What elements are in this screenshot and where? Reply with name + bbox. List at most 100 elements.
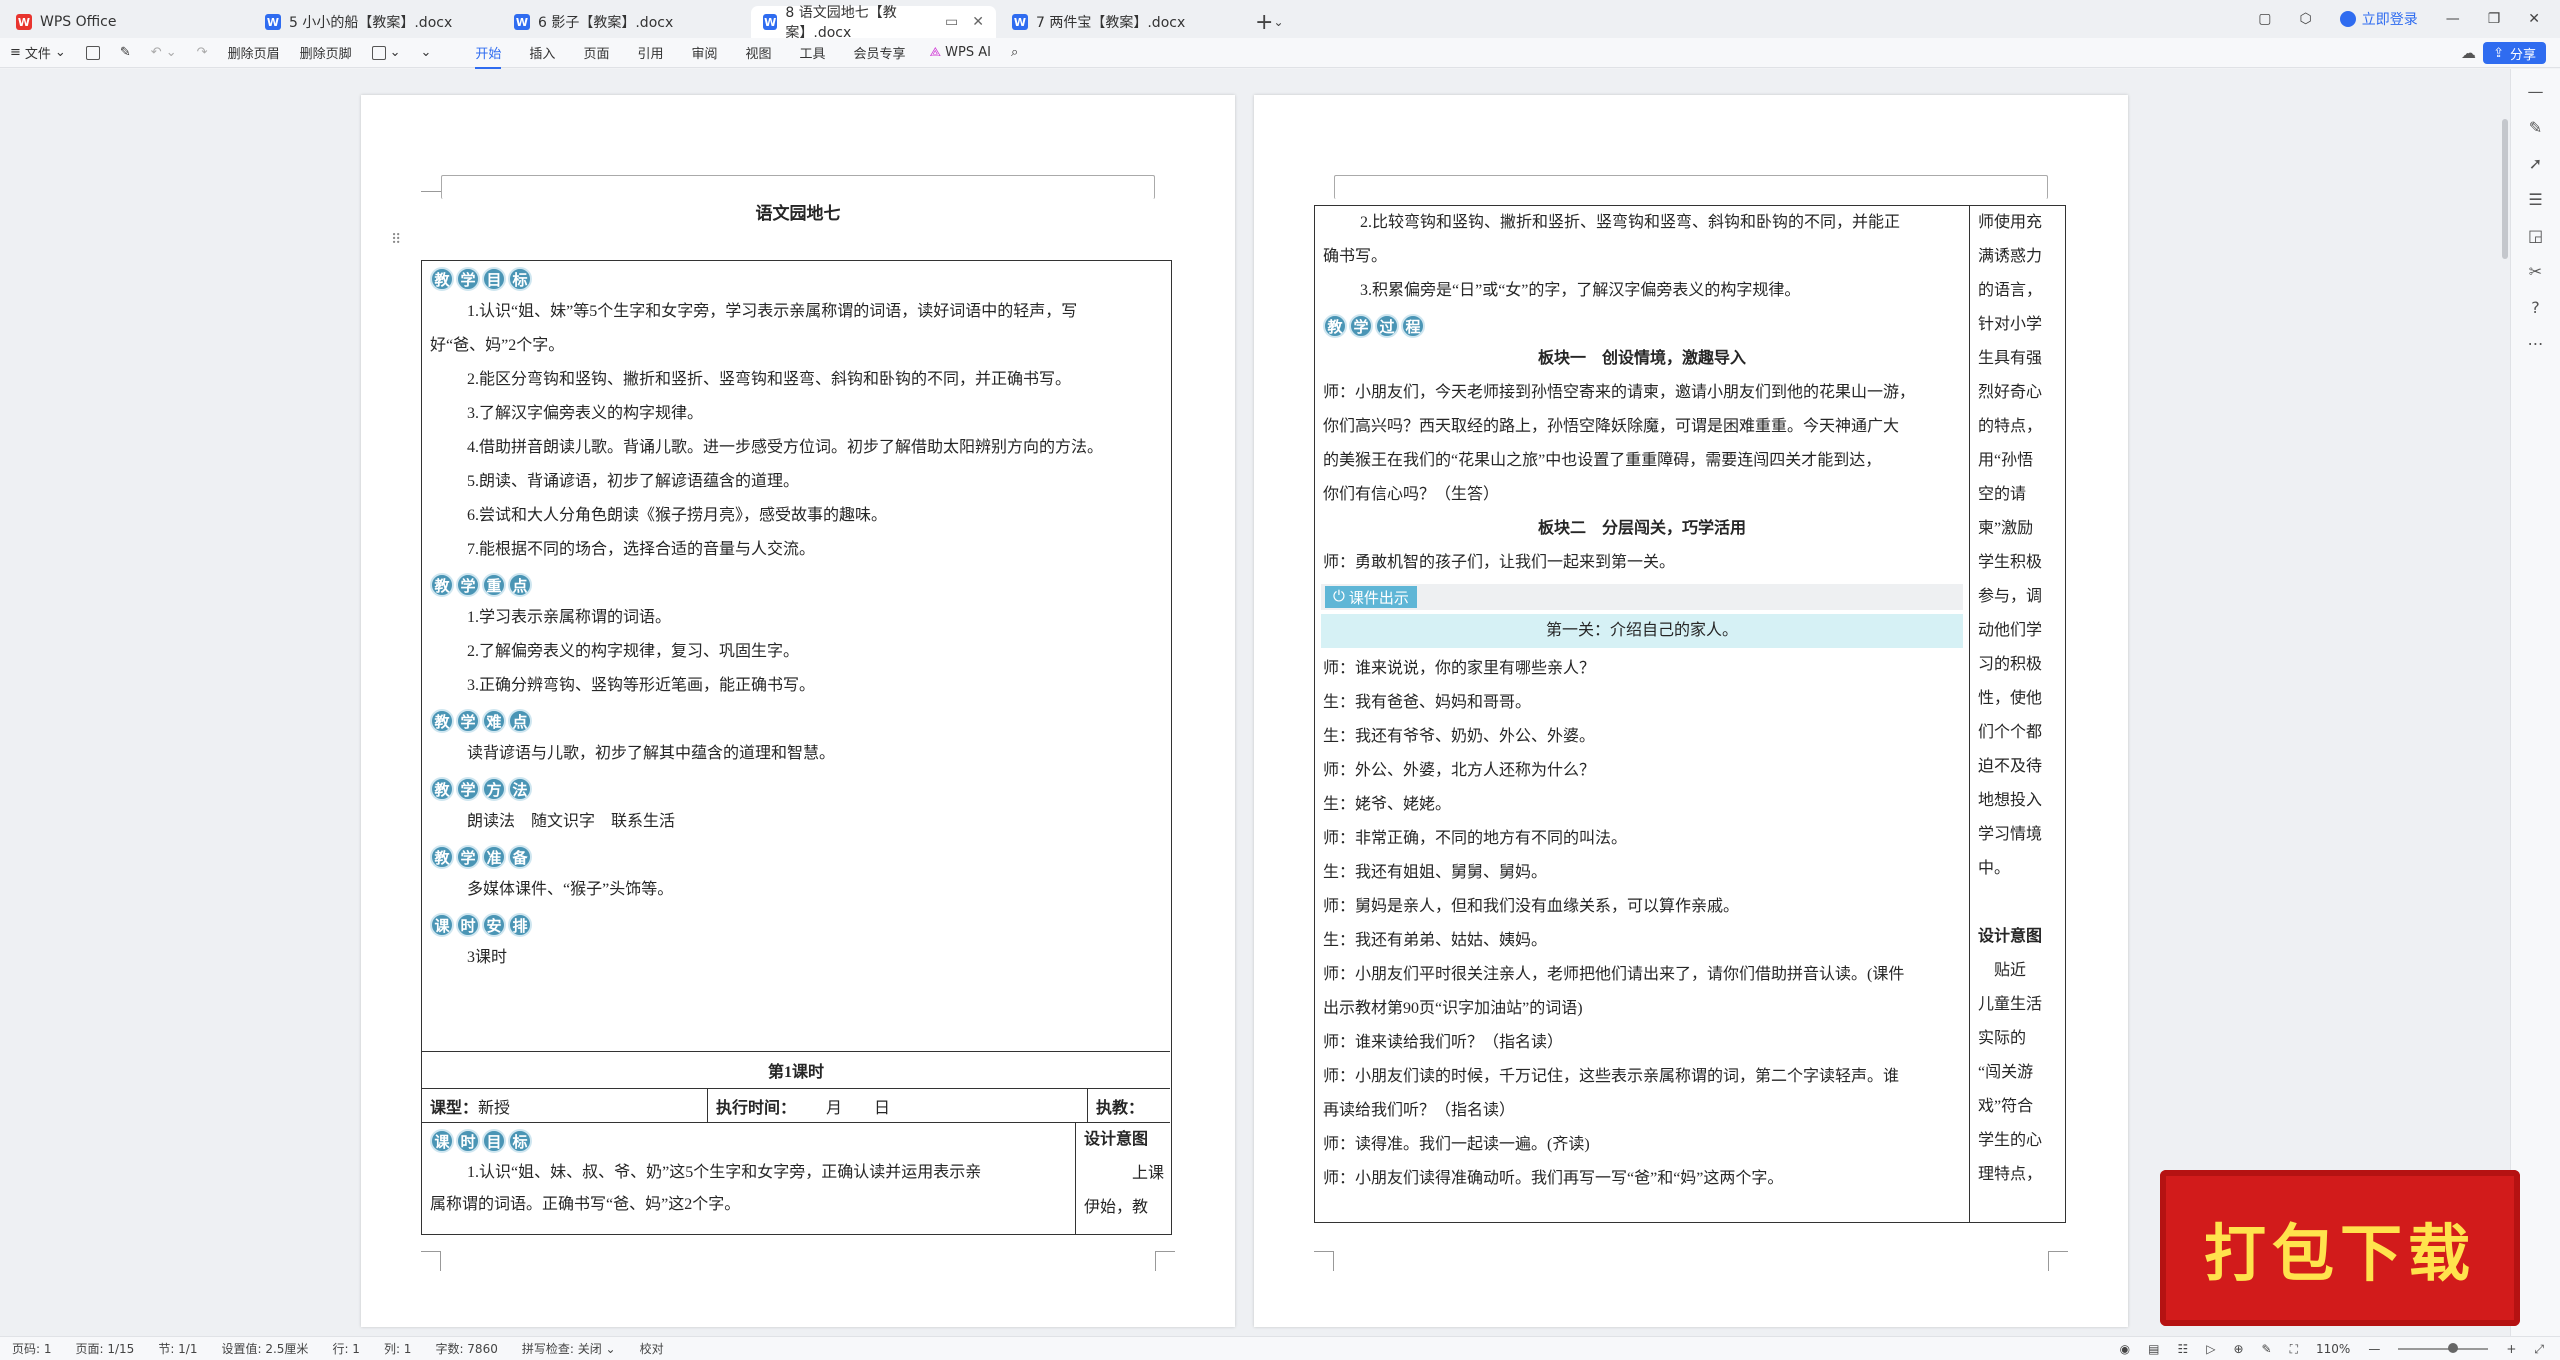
text-line: 2.能区分弯钩和竖钩、撇折和竖折、竖弯钩和竖弯、斜钩和卧钩的不同，并正确书写。 [467,371,1072,388]
goal-line: 属称谓的词语。正确书写“爸、妈”这2个字。 [430,1196,741,1213]
design-intent-title: 设计意图 [1978,928,2043,945]
lesson-goal-cell: 课时目标 1.认识“姐、妹、叔、爷、奶”这5个生字和女字旁，正确认读并运用表示亲… [422,1123,1076,1234]
menu-home[interactable]: 开始 [461,43,515,69]
pen-icon[interactable]: ✎ [2525,117,2547,139]
side-line: 参与，调 [1978,588,2043,605]
more-dropdown[interactable]: ⌄ [411,45,442,60]
page-number: 页码: 1 [12,1342,52,1356]
cloud-icon[interactable]: ☁ [2461,44,2476,62]
block2-title: 板块二 分层闯关，巧学活用 [1537,520,1746,537]
fullscreen-icon[interactable]: ⤢ [2534,1342,2544,1357]
text-line: 读背谚语与儿歌，初步了解其中蕴含的道理和智慧。 [467,745,836,762]
image-icon [371,45,386,60]
side-line: 戏”符合 [1978,1098,2034,1115]
text-line: 多媒体课件、“猴子”头饰等。 [467,881,674,898]
side-line: “闯关游 [1978,1064,2034,1081]
file-menu[interactable]: ≡ 文件 ⌄ [0,43,76,62]
save-button[interactable] [76,45,110,60]
minimize-icon[interactable]: — [2446,11,2460,27]
download-banner[interactable]: 打包下载 [2160,1170,2520,1326]
menu-page[interactable]: 页面 [569,43,623,62]
delete-header-button[interactable]: 删除页眉 [218,43,290,62]
side-line: 的特点， [1978,418,2043,435]
help-icon[interactable]: ? [2525,297,2547,319]
window-controls: ▢ ⬡ 立即登录 — ❐ ✕ [2258,0,2560,38]
zoom-slider[interactable] [2398,1343,2489,1353]
new-tab-button[interactable]: + ⌄ [1245,6,1294,38]
eye-icon[interactable]: ◉ [2120,1342,2130,1356]
dialog-line: 生：我还有弟弟、姑姑、姨妈。 [1323,932,1548,949]
delete-footer-button[interactable]: 删除页脚 [290,43,362,62]
scroll-thumb[interactable] [2502,119,2508,259]
shapes-icon[interactable]: ◲ [2525,225,2547,247]
close-window-icon[interactable]: ✕ [2528,11,2540,27]
tab-document[interactable]: W 5 小小的船【教案】.docx [253,6,498,38]
tab-document[interactable]: W 6 影子【教案】.docx [502,6,747,38]
zoom-out-icon[interactable]: — [2368,1342,2380,1356]
proofread-button[interactable]: 校对 [628,1340,676,1357]
list-view-icon[interactable]: ☷ [2177,1342,2188,1356]
side-line: 儿童生活 [1978,996,2043,1013]
more-icon[interactable]: ⋯ [2525,333,2547,355]
side-line: 学生的心 [1978,1132,2043,1149]
teacher-cell: 执教： [1096,1099,1145,1117]
search-button[interactable]: ⌕ [1001,45,1028,60]
read-view-icon[interactable]: ▷ [2206,1342,2215,1356]
time-cell: 执行时间：月 日 [708,1089,1088,1122]
chevron-down-icon: ⌄ [389,45,401,60]
spell-check[interactable]: 拼写检查: 关闭 ⌄ [510,1340,628,1357]
web-view-icon[interactable]: ⊕ [2233,1342,2243,1356]
menu-view[interactable]: 视图 [731,43,785,62]
menu-insert[interactable]: 插入 [515,43,569,62]
close-tab-icon[interactable]: ✕ [972,14,984,30]
document-page-1[interactable]: ⠿ 语文园地七 教学目标 1.认识“姐、妹”等5个生字和女字旁，学习表示亲属称谓的… [361,95,1235,1327]
picture-dropdown[interactable]: ⌄ [362,45,411,60]
monitor-icon[interactable]: ▭ [945,14,958,30]
cube-icon[interactable]: ⬡ [2299,11,2311,27]
undo-button[interactable]: ↶ ⌄ [141,45,187,60]
text-line: 1.认识“姐、妹”等5个生字和女字旁，学习表示亲属称谓的词语，读好词语中的轻声，… [467,303,1078,320]
setting-value[interactable]: 设置值: 2.5厘米 [209,1340,320,1357]
fit-icon[interactable]: ⛶ [2290,1342,2298,1357]
tab-wps-office[interactable]: W WPS Office [4,6,249,38]
share-button[interactable]: ⇪ 分享 [2483,42,2546,64]
collapse-icon[interactable]: — [2525,81,2547,103]
document-page-2[interactable]: 2.比较弯钩和竖钩、撇折和竖折、竖弯钩和竖弯、斜钩和卧钩的不同，并能正 确书写。… [1254,95,2128,1327]
side-line: 生具有强 [1978,350,2043,367]
zoom-slider-thumb[interactable] [2448,1343,2459,1353]
drag-handle-icon[interactable]: ⠿ [391,232,401,249]
wps-ai-button[interactable]: ⟁ WPS AI [920,45,1001,60]
play-icon: ⏻ [1333,589,1345,605]
text-line: 你们有信心吗？（生答） [1323,486,1500,503]
side-line: 的语言， [1978,282,2043,299]
tab-label: 6 影子【教案】.docx [538,15,674,31]
tools-icon[interactable]: ✂ [2525,261,2547,283]
cursor-icon[interactable]: ➚ [2525,153,2547,175]
page-view-icon[interactable]: ▤ [2148,1342,2159,1356]
tab-document[interactable]: W 7 两件宝【教案】.docx [1000,6,1245,38]
tablet-icon[interactable]: ▢ [2258,11,2271,27]
zoom-in-icon[interactable]: + [2506,1342,2516,1356]
section-badge: 课时安排 [430,913,532,937]
goal-line: 1.认识“姐、妹、叔、爷、奶”这5个生字和女字旁，正确认读并运用表示亲 [467,1164,982,1181]
tab-document-active[interactable]: W 8 语文园地七【教案】.docx ▭ ✕ [751,5,996,41]
restore-icon[interactable]: ❐ [2488,11,2501,27]
menu-references[interactable]: 引用 [623,43,677,62]
menu-tools[interactable]: 工具 [786,43,840,62]
text-line: 2.了解偏旁表义的构字规律，复习、巩固生字。 [467,643,800,660]
sliders-icon[interactable]: ☰ [2525,189,2547,211]
login-button[interactable]: 立即登录 [2339,9,2418,29]
redo-button[interactable]: ↷ [187,45,218,60]
header-boundary [441,175,1155,199]
menu-member[interactable]: 会员专享 [840,43,920,62]
format-painter-button[interactable]: ✎ [110,45,141,60]
block1-title: 板块一 创设情境，激趣导入 [1537,350,1746,367]
vertical-scrollbar[interactable] [2500,69,2510,1336]
dialog-line: 师：小朋友们平时很关注亲人，老师把他们请出来了，请你们借助拼音认读。(课件 [1323,966,1905,983]
word-count[interactable]: 字数: 7860 [423,1340,509,1357]
side-line: 学生积极 [1978,554,2043,571]
first-level-banner: 第一关：介绍自己的家人。 [1321,614,1963,648]
zoom-level[interactable]: 110% [2316,1342,2350,1356]
menu-review[interactable]: 审阅 [677,43,731,62]
edit-icon[interactable]: ✎ [2262,1342,2272,1356]
